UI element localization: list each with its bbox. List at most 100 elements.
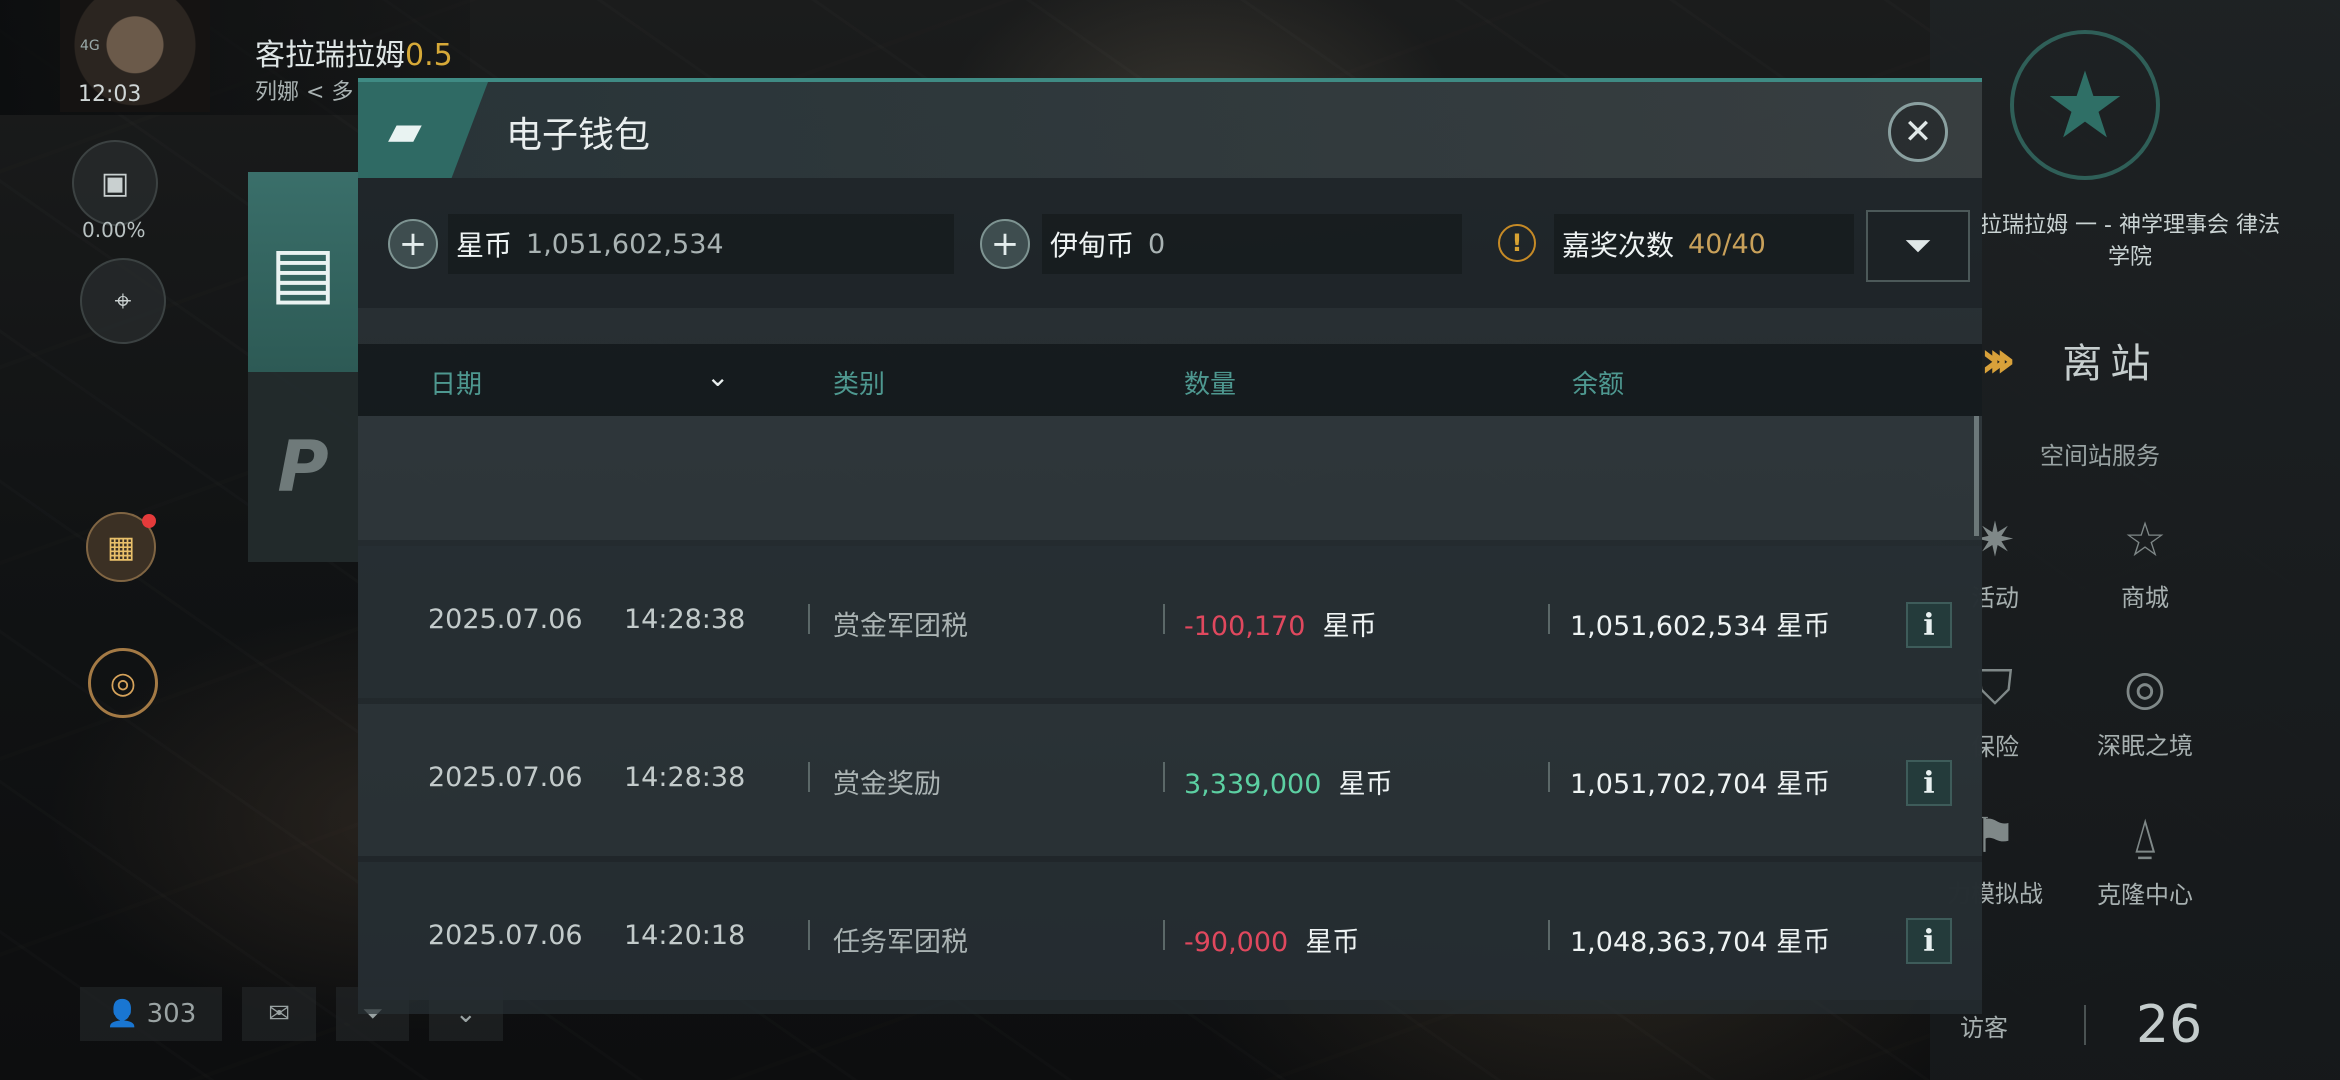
- info-button[interactable]: i: [1906, 918, 1952, 964]
- station-name: 拉瑞拉姆 一 - 神学理事会 律法学院: [1980, 213, 2280, 270]
- amount-unit: 星币: [1322, 611, 1377, 642]
- filter-icon: ⏷: [1904, 226, 1932, 266]
- row-category: 赏金奖励: [833, 769, 941, 800]
- currency-row: + 星币 1,051,602,534 + 伊甸币 0 ! 嘉奖次数 40/40: [358, 178, 1982, 308]
- amount-value: -100,170: [1184, 611, 1306, 642]
- local-members-button[interactable]: 👤 303: [80, 987, 223, 1041]
- deep-sleep-icon: ◎: [2124, 660, 2166, 716]
- amount-value: 3,339,000: [1184, 769, 1322, 800]
- cargo-icon[interactable]: ▣: [72, 140, 158, 226]
- divider: [2084, 1005, 2086, 1045]
- station-panel: ★ 拉瑞拉姆 一 - 神学理事会 律法学院 ››› 离站 空间站服务 ✷ 活动 ☆…: [1930, 0, 2340, 1080]
- shop-icon: ☆: [2123, 512, 2167, 568]
- row-time: 14:20:18: [624, 920, 746, 951]
- person-icon: 👤: [106, 999, 139, 1029]
- row-time: 14:28:38: [624, 604, 746, 635]
- row-balance: 1,051,602,534 星币: [1570, 611, 1831, 642]
- route-location[interactable]: 列娜 < 多: [255, 74, 353, 106]
- divider: [1548, 920, 1550, 950]
- cargo-percent: 0.00%: [82, 218, 146, 242]
- service-shop[interactable]: ☆ 商城: [2070, 512, 2220, 613]
- system-name[interactable]: 客拉瑞拉姆0.5: [255, 30, 453, 74]
- divider: [1548, 762, 1550, 792]
- info-icon: i: [1923, 765, 1935, 801]
- info-icon: i: [1923, 607, 1935, 643]
- info-icon: i: [1923, 923, 1935, 959]
- divider: [1548, 604, 1550, 634]
- divider: [1163, 920, 1165, 950]
- wallet-tab: ▰: [358, 82, 488, 178]
- divider: [808, 762, 810, 792]
- service-deep-sleep[interactable]: ◎ 深眠之境: [2070, 660, 2220, 761]
- tab-transactions[interactable]: ▤: [248, 172, 358, 372]
- column-balance: 余额: [1572, 370, 1625, 400]
- scrollbar[interactable]: [1974, 416, 1979, 536]
- local-count: 303: [146, 999, 197, 1029]
- undock-label: 离站: [2062, 341, 2159, 387]
- wallet-dialog: ▰ 电子钱包 ✕ + 星币 1,051,602,534 + 伊甸币 0 ! 嘉奖…: [358, 78, 1982, 1014]
- add-plex-button[interactable]: +: [980, 219, 1030, 269]
- wallet-header: ▰ 电子钱包 ✕: [358, 82, 1982, 178]
- plex-label: 伊甸币: [1050, 229, 1135, 262]
- row-date: 2025.07.06: [428, 762, 583, 793]
- table-row[interactable]: 2025.07.06 14:28:38 赏金军团税 -100,170 星币 1,…: [358, 546, 1982, 698]
- notification-dot: [142, 514, 156, 528]
- system-name-text: 客拉瑞拉姆: [255, 38, 405, 73]
- bounty-count: 嘉奖次数 40/40: [1554, 214, 1854, 274]
- row-amount: -100,170 星币: [1184, 604, 1377, 643]
- visitors-bar[interactable]: 访客 26: [1930, 990, 2340, 1060]
- plex-icon: P: [277, 426, 329, 508]
- service-clone[interactable]: ⍙ 克隆中心: [2070, 808, 2220, 910]
- amount-unit: 星币: [1338, 769, 1393, 800]
- row-balance: 1,051,702,704 星币: [1570, 769, 1831, 800]
- add-isk-button[interactable]: +: [388, 219, 438, 269]
- bounty-value: 40/40: [1688, 228, 1766, 260]
- chevrons-icon: ›››: [1980, 330, 2016, 390]
- bounty-label: 嘉奖次数: [1562, 229, 1675, 262]
- target-icon[interactable]: ◎: [88, 648, 158, 718]
- amount-unit: 星币: [1305, 927, 1360, 958]
- divider: [1163, 604, 1165, 634]
- mail-icon[interactable]: ✉: [242, 987, 317, 1041]
- wallet-title: 电子钱包: [506, 115, 651, 156]
- isk-balance: 星币 1,051,602,534: [448, 214, 954, 274]
- row-category: 赏金军团税: [833, 611, 968, 642]
- table-row-empty: [358, 416, 1982, 540]
- isk-label: 星币: [456, 229, 513, 262]
- undock-button[interactable]: ››› 离站: [1930, 320, 2340, 400]
- chevron-down-icon[interactable]: ⌄: [706, 360, 729, 393]
- divider: [808, 604, 810, 634]
- left-rail: ▣: [72, 140, 162, 226]
- tab-plex[interactable]: P: [248, 372, 358, 562]
- info-button[interactable]: i: [1906, 602, 1952, 648]
- row-amount: -90,000 星币: [1184, 920, 1359, 959]
- transaction-list[interactable]: 2025.07.06 14:28:38 赏金军团税 -100,170 星币 1,…: [358, 416, 1982, 1020]
- table-row[interactable]: 2025.07.06 14:20:18 任务军团税 -90,000 星币 1,0…: [358, 862, 1982, 1014]
- signal-indicator: 4G: [80, 38, 100, 54]
- close-button[interactable]: ✕: [1888, 102, 1948, 162]
- row-date: 2025.07.06: [428, 604, 583, 635]
- location-pin-icon[interactable]: ⌖: [80, 258, 166, 344]
- visitors-count: 26: [2136, 995, 2203, 1055]
- row-amount: 3,339,000 星币: [1184, 762, 1393, 801]
- warning-icon[interactable]: !: [1498, 224, 1536, 262]
- table-row[interactable]: 2025.07.06 14:28:38 赏金奖励 3,339,000 星币 1,…: [358, 704, 1982, 856]
- wallet-side-tabs: ▤ P: [248, 172, 358, 562]
- row-date: 2025.07.06: [428, 920, 583, 951]
- column-category: 类别: [833, 370, 886, 400]
- amount-value: -90,000: [1184, 927, 1289, 958]
- column-amount: 数量: [1184, 370, 1237, 400]
- filter-button[interactable]: ⏷: [1866, 210, 1970, 282]
- plus-icon: +: [990, 224, 1020, 264]
- plex-value: 0: [1148, 228, 1166, 260]
- security-status: 0.5: [405, 38, 453, 73]
- ledger-icon: ▤: [269, 231, 337, 313]
- row-balance: 1,048,363,704 星币: [1570, 927, 1831, 958]
- faction-emblem-icon: ★: [2010, 30, 2160, 180]
- divider: [808, 920, 810, 950]
- plex-balance: 伊甸币 0: [1042, 214, 1462, 274]
- close-icon: ✕: [1903, 112, 1933, 152]
- column-date[interactable]: 日期: [430, 364, 482, 401]
- info-button[interactable]: i: [1906, 760, 1952, 806]
- clone-icon: ⍙: [2130, 808, 2160, 864]
